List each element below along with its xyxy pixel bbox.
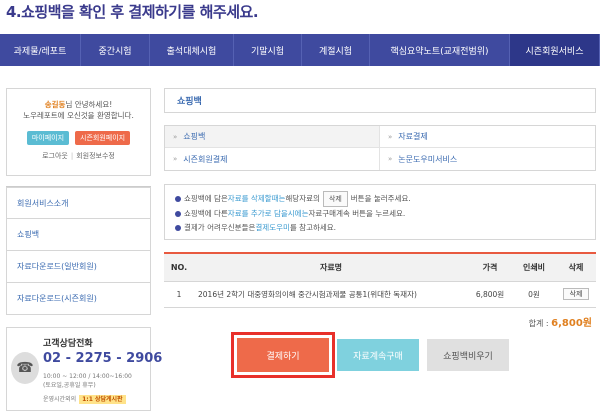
arrow-icon: » (388, 132, 393, 141)
section-title: 쇼핑백 (164, 88, 596, 113)
sub-tabs: » 쇼핑백 » 자료결제 » 시즌회원결제 » 논문도우미서비스 (164, 125, 596, 171)
tab-payment[interactable]: » 자료결제 (380, 126, 595, 148)
col-header-delete: 삭제 (556, 252, 596, 282)
nav-item[interactable]: 과제물/레포트 (0, 34, 81, 66)
notice-box: 쇼핑백에 담은 자료를 삭제할때는 해당자료의 삭제 버튼을 눌러주세요. 쇼핑… (164, 184, 596, 240)
tab-shopping-bag[interactable]: » 쇼핑백 (165, 126, 380, 148)
phone-icon: ☎ (11, 352, 39, 384)
tab-label: 쇼핑백 (183, 132, 206, 141)
welcome-text: 노우레포트에 오신것을 환영합니다. (23, 111, 134, 120)
arrow-icon: » (388, 155, 393, 163)
main-content: 쇼핑백 » 쇼핑백 » 자료결제 » 시즌회원결제 » 논문도우미서비스 쇼핑백에 담은… (164, 88, 596, 329)
nav-item[interactable]: 기말시험 (234, 34, 302, 66)
arrow-icon: » (173, 155, 178, 163)
greeting: 님 안녕하세요! (65, 100, 113, 109)
nav-item[interactable]: 출석대체시험 (150, 34, 234, 66)
notice-line: 결제가 어려우신분들은 결제도우미 를 참고하세요. (175, 221, 585, 235)
season-page-button[interactable]: 시즌회원페이지 (75, 131, 131, 145)
tab-season-payment[interactable]: » 시즌회원결제 (165, 148, 380, 170)
sample-delete-button: 삭제 (322, 191, 348, 207)
contact-holiday: (토요일,공휴일 휴무) (43, 382, 96, 389)
row-delete-cell: 삭제 (556, 281, 596, 308)
notice-line: 쇼핑백에 담은 자료를 삭제할때는 해당자료의 삭제 버튼을 눌러주세요. (175, 191, 585, 207)
table-row: 1 2016년 2학기 대중영화의이해 중간시험과제물 공통1(위대한 독재자)… (164, 281, 596, 308)
logout-link[interactable]: 로그아웃 (42, 152, 68, 160)
col-header-no: NO. (164, 252, 194, 282)
col-header-print: 인쇄비 (512, 252, 556, 282)
contact-hours: 10:00 ~ 12:00 / 14:00~16:00 (43, 373, 132, 380)
side-menu: 회원서비스소개 쇼핑백 자료다운로드(일반회원) 자료다운로드(시즌회원) (6, 186, 151, 315)
mypage-button[interactable]: 마이페이지 (26, 131, 70, 145)
delete-button[interactable]: 삭제 (562, 288, 590, 300)
tab-label: 시즌회원결제 (183, 154, 228, 164)
cart-table: NO. 자료명 가격 인쇄비 삭제 1 2016년 2학기 대중영화의이해 중간… (164, 252, 596, 308)
top-nav: 과제물/레포트 중간시험 출석대체시험 기말시험 계절시험 핵심요약노트(교재전범위) 시즌… (0, 34, 600, 66)
total-label: 합계 : (528, 319, 549, 328)
user-name: 송길동 (44, 100, 66, 109)
nav-item[interactable]: 시즌회원서비스 (510, 34, 600, 66)
col-header-price: 가격 (468, 252, 512, 282)
empty-cart-button[interactable]: 쇼핑백비우기 (427, 339, 509, 371)
contact-number: 02 - 2275 - 2906 (43, 351, 163, 366)
arrow-icon: » (173, 132, 178, 141)
nav-item[interactable]: 중간시험 (81, 34, 150, 66)
row-print: 0원 (512, 281, 556, 308)
row-price: 6,800원 (468, 281, 512, 308)
sidebar: 송길동님 안녕하세요! 노우레포트에 오신것을 환영합니다. 마이페이지 시즌회… (6, 88, 163, 411)
continue-shopping-button[interactable]: 자료계속구매 (337, 339, 419, 371)
side-menu-item[interactable]: 자료다운로드(일반회원) (6, 251, 151, 283)
nav-item[interactable]: 계절시험 (302, 34, 370, 66)
bullet-icon (175, 211, 181, 217)
side-menu-item[interactable]: 자료다운로드(시즌회원) (6, 283, 151, 315)
consult-board-link[interactable]: 1:1 상담게시판 (79, 395, 126, 404)
contact-box: ☎ 고객상담전화 02 - 2275 - 2906 10:00 ~ 12:00 … (6, 327, 163, 411)
tab-label: 논문도우미서비스 (398, 154, 458, 164)
tab-label: 자료결제 (398, 132, 428, 141)
user-box: 송길동님 안녕하세요! 노우레포트에 오신것을 환영합니다. 마이페이지 시즌회… (6, 88, 151, 176)
action-buttons: 결제하기 자료계속구매 쇼핑백비우기 (231, 332, 509, 378)
bullet-icon (175, 196, 181, 202)
row-title: 2016년 2학기 대중영화의이해 중간시험과제물 공통1(위대한 독재자) (194, 281, 468, 308)
side-menu-item[interactable]: 회원서비스소개 (6, 187, 151, 219)
row-no: 1 (164, 281, 194, 308)
divider: | (70, 152, 74, 160)
total-amount: 6,800원 (551, 318, 592, 329)
pay-button[interactable]: 결제하기 (231, 332, 335, 378)
bullet-icon (175, 225, 181, 231)
contact-consult: 운영시간외의 1:1 상담게시판 (43, 394, 150, 404)
consult-label: 운영시간외의 (43, 396, 77, 403)
side-menu-item[interactable]: 쇼핑백 (6, 219, 151, 251)
edit-profile-link[interactable]: 회원정보수정 (76, 152, 115, 160)
nav-item[interactable]: 핵심요약노트(교재전범위) (370, 34, 510, 66)
tab-thesis-helper[interactable]: » 논문도우미서비스 (380, 148, 595, 170)
contact-title: 고객상담전화 (43, 339, 93, 349)
col-header-title: 자료명 (194, 252, 468, 282)
payment-helper-link[interactable]: 결제도우미 (255, 221, 290, 235)
notice-line: 쇼핑백에 다른 자료를 추가로 담을시에는 자료구매계속 버튼을 누르세요. (175, 207, 585, 221)
page-heading: 4.쇼핑백을 확인 후 결제하기를 해주세요. (6, 3, 259, 21)
total: 합계 : 6,800원 (529, 314, 592, 329)
